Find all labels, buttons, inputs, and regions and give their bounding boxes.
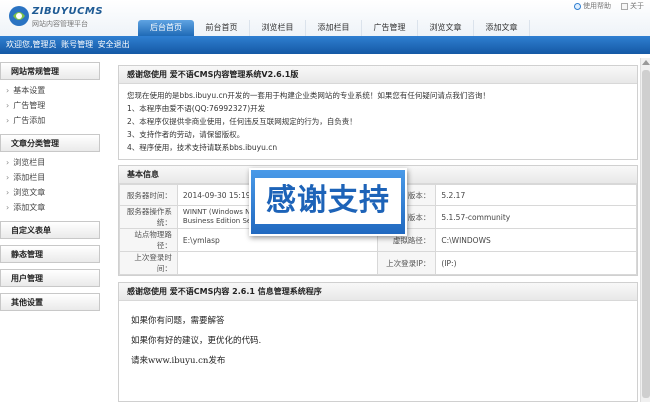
info-value xyxy=(176,251,379,275)
sidebar-item-add-article[interactable]: › 添加文章 xyxy=(6,200,100,215)
sidebar-item-label: 添加栏目 xyxy=(13,173,46,182)
sidebar-group-title[interactable]: 文章分类管理 xyxy=(0,134,100,152)
logo-text: ZIBUYUCMS xyxy=(32,6,104,17)
sidebar-item-label: 浏览栏目 xyxy=(13,158,46,167)
cms-line: 如果你有问题，需要解答 xyxy=(131,316,225,326)
admin-page: ZIBUYUCMS 网站内容管理平台 使用帮助 关于 后台首页 前台首页 浏览栏… xyxy=(0,0,650,402)
scroll-up-icon[interactable] xyxy=(642,60,650,65)
sidebar-group-title[interactable]: 用户管理 xyxy=(0,269,100,287)
about-label: 关于 xyxy=(630,2,644,10)
thanks-overlay[interactable]: 感谢支持 xyxy=(249,168,407,236)
sidebar-group-title[interactable]: 自定义表单 xyxy=(0,221,100,239)
about-link[interactable]: 关于 xyxy=(621,1,644,11)
chevron-right-icon: › xyxy=(6,158,10,167)
scroll-thumb[interactable] xyxy=(642,70,650,398)
info-label: 上次登录IP： xyxy=(377,251,437,275)
chevron-right-icon: › xyxy=(6,173,10,182)
sidebar-item-add-column[interactable]: › 添加栏目 xyxy=(6,170,100,185)
info-label: 上次登录时间： xyxy=(119,251,178,275)
top-header: ZIBUYUCMS 网站内容管理平台 使用帮助 关于 后台首页 前台首页 浏览栏… xyxy=(0,0,650,36)
intro-panel: 感谢您使用 爱不语CMS内容管理系统V2.6.1版 您现在使用的是bbs.ibu… xyxy=(118,65,638,160)
sidebar-group-title[interactable]: 其他设置 xyxy=(0,293,100,311)
sidebar-item-browse-columns[interactable]: › 浏览栏目 xyxy=(6,155,100,170)
info-label: 站点物理路径： xyxy=(119,228,178,252)
intro-line: 2、本程序仅提供非商业使用，任何违反互联网规定的行为，自负责！ xyxy=(127,117,357,126)
welcome-text: 欢迎您,管理员 xyxy=(6,40,57,49)
sidebar-group-other: 其他设置 xyxy=(0,293,100,311)
tab-site-home[interactable]: 前台首页 xyxy=(194,20,250,36)
chevron-right-icon: › xyxy=(6,101,10,110)
tab-admin-home[interactable]: 后台首页 xyxy=(138,20,194,36)
chevron-right-icon: › xyxy=(6,86,10,95)
cms-line: 如果你有好的建议，更优化的代码. xyxy=(131,336,262,346)
info-value: (IP:) xyxy=(435,251,637,275)
chevron-right-icon: › xyxy=(6,188,10,197)
chevron-right-icon: › xyxy=(6,203,10,212)
logout-link[interactable]: 安全退出 xyxy=(98,40,130,49)
sidebar-item-ad-add[interactable]: › 广告添加 xyxy=(6,113,100,128)
help-label: 使用帮助 xyxy=(583,2,611,10)
account-link[interactable]: 账号管理 xyxy=(61,40,93,49)
logo-mark-icon xyxy=(9,6,29,26)
sidebar-group-forms: 自定义表单 xyxy=(0,221,100,239)
tab-browse-articles[interactable]: 浏览文章 xyxy=(418,20,474,36)
sidebar-item-label: 添加文章 xyxy=(13,203,46,212)
vertical-scrollbar[interactable] xyxy=(640,58,650,402)
info-value: C:\WINDOWS xyxy=(435,228,637,252)
logo-subtitle: 网站内容管理平台 xyxy=(32,20,88,28)
tab-ad-manage[interactable]: 广告管理 xyxy=(362,20,418,36)
sidebar-group-title[interactable]: 网站常规管理 xyxy=(0,62,100,80)
logo: ZIBUYUCMS 网站内容管理平台 xyxy=(8,4,120,30)
sidebar-item-label: 浏览文章 xyxy=(13,188,46,197)
sidebar-item-label: 基本设置 xyxy=(13,86,46,95)
cms-panel-title: 感谢您使用 爱不语CMS内容 2.6.1 信息管理系统程序 xyxy=(119,283,637,301)
about-icon xyxy=(621,2,628,10)
intro-line: 3、支持作者的劳动，请保留版权。 xyxy=(127,130,245,139)
help-link[interactable]: 使用帮助 xyxy=(574,1,611,11)
chevron-right-icon: › xyxy=(6,116,10,125)
cms-line: 请来www.ibuyu.cn发布 xyxy=(131,356,226,366)
intro-line: 1、本程序由爱不语(QQ:76992327)开发 xyxy=(127,104,266,113)
welcome-bar: 欢迎您,管理员 账号管理 安全退出 xyxy=(0,36,650,54)
info-value: 5.2.17 xyxy=(435,184,637,206)
sidebar-item-browse-articles[interactable]: › 浏览文章 xyxy=(6,185,100,200)
sidebar-item-label: 广告添加 xyxy=(13,116,46,125)
tab-add-column[interactable]: 添加栏目 xyxy=(306,20,362,36)
intro-panel-title: 感谢您使用 爱不语CMS内容管理系统V2.6.1版 xyxy=(119,66,637,84)
info-value: 5.1.57-community xyxy=(435,205,637,229)
intro-line: 4、程序使用，技术支持请联系bbs.ibuyu.cn xyxy=(127,143,278,152)
sidebar-item-ad-manage[interactable]: › 广告管理 xyxy=(6,98,100,113)
sidebar-item-basic-settings[interactable]: › 基本设置 xyxy=(6,83,100,98)
main-nav: 后台首页 前台首页 浏览栏目 添加栏目 广告管理 浏览文章 添加文章 xyxy=(138,20,530,36)
info-label: 服务器操作系统： xyxy=(119,205,178,229)
tab-add-article[interactable]: 添加文章 xyxy=(474,20,530,36)
help-icon xyxy=(574,2,581,10)
sidebar-group-users: 用户管理 xyxy=(0,269,100,287)
sidebar-group-site: 网站常规管理 › 基本设置 › 广告管理 › 广告添加 xyxy=(0,62,100,130)
sidebar-group-static: 静态管理 xyxy=(0,245,100,263)
top-links: 使用帮助 关于 xyxy=(574,1,644,11)
sidebar-item-label: 广告管理 xyxy=(13,101,46,110)
sidebar-group-articles: 文章分类管理 › 浏览栏目 › 添加栏目 › 浏览文章 › 添加文章 xyxy=(0,134,100,217)
sidebar-group-title[interactable]: 静态管理 xyxy=(0,245,100,263)
cms-panel: 感谢您使用 爱不语CMS内容 2.6.1 信息管理系统程序 如果你有问题，需要解… xyxy=(118,282,638,402)
intro-line: 您现在使用的是bbs.ibuyu.cn开发的一套用于构建企业类网站的专业系统！如… xyxy=(127,91,490,100)
table-row: 上次登录时间： 上次登录IP： (IP:) xyxy=(119,251,637,275)
thanks-text: 感谢支持 xyxy=(255,178,401,224)
tab-browse-columns[interactable]: 浏览栏目 xyxy=(250,20,306,36)
info-label: 服务器时间： xyxy=(119,184,178,206)
sidebar: 网站常规管理 › 基本设置 › 广告管理 › 广告添加 文章分类管理 › 浏览栏目 › 添… xyxy=(0,62,100,315)
